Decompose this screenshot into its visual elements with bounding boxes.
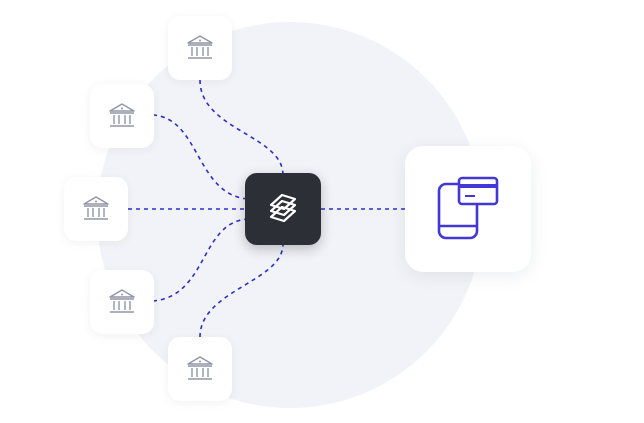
- bank-tile-3: [64, 177, 128, 241]
- stacked-layers-logo-icon: [269, 193, 297, 223]
- connector-bank-1: [199, 79, 284, 176]
- bank-icon: [83, 196, 109, 220]
- bank-icon: [109, 103, 135, 127]
- phone-card-icon: [437, 176, 499, 240]
- integration-diagram: [0, 0, 644, 423]
- connector-bank-5: [199, 243, 284, 338]
- hub-tile: [245, 173, 321, 245]
- bank-tile-1: [168, 16, 232, 80]
- connector-bank-4: [152, 218, 249, 302]
- bank-icon: [109, 289, 135, 313]
- connector-bank-2: [152, 114, 249, 200]
- device-tile: [405, 146, 531, 272]
- bank-tile-2: [90, 84, 154, 148]
- bank-tile-5: [168, 337, 232, 401]
- bank-icon: [187, 356, 213, 380]
- bank-icon: [187, 35, 213, 59]
- bank-tile-4: [90, 270, 154, 334]
